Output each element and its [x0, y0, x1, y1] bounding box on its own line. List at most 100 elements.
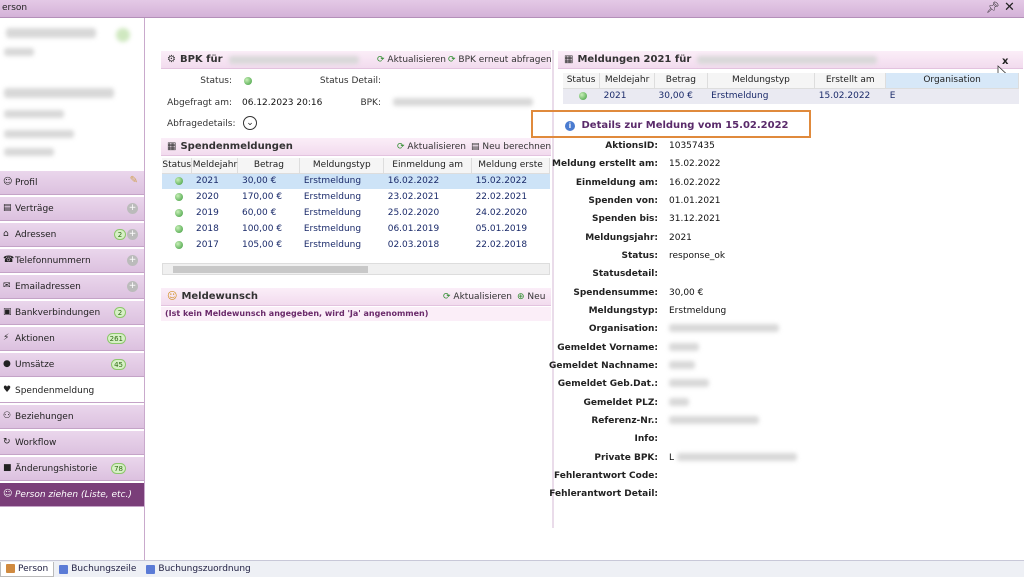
- tab-buchungszeile[interactable]: Buchungszeile: [54, 564, 141, 574]
- column-header[interactable]: Organisation: [885, 73, 1019, 89]
- blurred-value: [677, 453, 797, 461]
- detail-label: Spenden bis:: [591, 214, 658, 224]
- drag-person-icon: ☺: [3, 489, 13, 499]
- column-header[interactable]: Erstellt am: [814, 73, 887, 89]
- refresh-icon: ⟳: [448, 55, 456, 65]
- bpk-status-detail-label: Status Detail:: [319, 76, 381, 86]
- sidebar-item-bankverbindungen[interactable]: ▣ Bankverbindungen 2: [0, 301, 144, 325]
- sidebar-item-label: Änderungshistorie: [15, 463, 98, 474]
- sidebar-item-vertraege[interactable]: ▤ Verträge +: [0, 197, 144, 221]
- blurred-value: [669, 416, 759, 424]
- add-icon[interactable]: +: [127, 281, 138, 292]
- count-badge: 78: [111, 463, 126, 474]
- bpk-requery-button[interactable]: ⟳ BPK erneut abfragen: [448, 55, 552, 65]
- tab-label: Person: [18, 563, 49, 574]
- detail-label: Spendensumme:: [573, 288, 658, 298]
- phone-icon: ☎: [3, 255, 15, 265]
- meldungen-table: Status Meldejahr Betrag Meldungstyp Erst…: [563, 73, 1019, 104]
- detail-label: Fehlerantwort Detail:: [549, 489, 658, 499]
- bottom-tabs: Person Buchungszeile Buchungszuordnung: [0, 560, 1024, 577]
- detail-label: AktionsID:: [605, 141, 658, 151]
- tab-buchungszuordnung[interactable]: Buchungszuordnung: [141, 564, 255, 574]
- count-badge: 2: [114, 307, 126, 318]
- detail-label: Status:: [621, 251, 658, 261]
- bpk-title: BPK für: [179, 54, 223, 65]
- tab-person[interactable]: Person: [0, 561, 55, 577]
- status-ok-icon: [174, 224, 183, 233]
- sidebar-item-label: Emailadressen: [15, 281, 81, 292]
- detail-label: Einmeldung am:: [575, 178, 658, 188]
- book-icon: [59, 564, 69, 574]
- column-header[interactable]: Status: [563, 73, 601, 89]
- sidebar-item-label: Adressen: [15, 229, 57, 240]
- add-icon[interactable]: +: [127, 229, 138, 240]
- sidebar-item-person-ziehen[interactable]: ☺ Person ziehen (Liste, etc.): [0, 483, 144, 507]
- add-icon[interactable]: +: [127, 203, 138, 214]
- detail-label: Gemeldet Vorname:: [557, 343, 658, 353]
- close-window-button[interactable]: ✕: [1004, 0, 1015, 15]
- detail-value: 01.01.2021: [669, 196, 721, 206]
- detail-label: Referenz-Nr.:: [591, 416, 658, 426]
- blurred-value: [669, 379, 709, 387]
- sidebar-item-label: Spendenmeldung: [15, 385, 95, 396]
- meldungen-panel-header: ▦ Meldungen 2021 für: [558, 51, 1023, 69]
- details-title: Details zur Meldung vom 15.02.2022: [581, 120, 789, 131]
- count-badge: 2: [114, 229, 126, 240]
- sidebar-item-beziehungen[interactable]: ⚇ Beziehungen: [0, 405, 144, 429]
- status-ok-icon: [244, 77, 252, 85]
- person-icon: [6, 564, 15, 573]
- detail-label: Organisation:: [588, 324, 658, 334]
- sidebar-item-label: Bankverbindungen: [15, 307, 101, 318]
- column-header[interactable]: Betrag: [654, 73, 708, 89]
- year-cell: 2021: [603, 91, 627, 102]
- count-badge: 261: [106, 333, 126, 344]
- blurred-value: [669, 361, 695, 369]
- detail-label: Meldung erstellt am:: [552, 159, 658, 169]
- bank-icon: ▣: [3, 307, 12, 317]
- bpk-queried-value: 06.12.2023 20:16: [242, 98, 323, 108]
- tab-label: Buchungszeile: [71, 564, 137, 574]
- column-header[interactable]: Meldejahr: [599, 73, 656, 89]
- bpk-refresh-button[interactable]: ⟳ Aktualisieren: [377, 55, 446, 65]
- blurred-text: [4, 130, 74, 138]
- sidebar-item-spendenmeldung[interactable]: ♥ Spendenmeldung: [0, 379, 144, 403]
- detail-label: Meldungsjahr:: [585, 233, 658, 243]
- pin-icon[interactable]: 📌︎: [986, 1, 1000, 14]
- add-icon[interactable]: +: [127, 255, 138, 266]
- sidebar-item-label: Beziehungen: [15, 411, 74, 422]
- sidebar-item-emailadressen[interactable]: ✉ Emailadressen +: [0, 275, 144, 299]
- sidebar-item-profil[interactable]: ☺ Profil ✎: [0, 171, 144, 195]
- detail-label: Fehlerantwort Code:: [553, 471, 658, 481]
- main-content: ⚙ BPK für ⟳ Aktualisieren ⟳ BPK erneut a…: [145, 18, 1024, 560]
- expand-details-button[interactable]: ⌄: [243, 116, 257, 130]
- person-icon: ☺: [3, 177, 13, 187]
- edit-icon[interactable]: ✎: [130, 175, 138, 186]
- sidebar-item-adressen[interactable]: ⌂ Adressen 2 +: [0, 223, 144, 247]
- blurred-name: [697, 55, 878, 64]
- sidebar-item-aktionen[interactable]: ⚡ Aktionen 261: [0, 327, 144, 351]
- sidebar-item-umsaetze[interactable]: ● Umsätze 45: [0, 353, 144, 377]
- sidebar-item-label: Workflow: [15, 437, 57, 448]
- bpk-queried-label: Abgefragt am:: [167, 98, 232, 108]
- table-icon: ▦: [564, 54, 574, 65]
- status-ok-icon: [579, 91, 588, 100]
- relation-icon: ⚇: [3, 411, 12, 421]
- blurred-text: [4, 88, 114, 98]
- sidebar-item-telefonnummern[interactable]: ☎ Telefonnummern +: [0, 249, 144, 273]
- column-header[interactable]: Meldungstyp: [707, 73, 816, 89]
- table-row[interactable]: 2021 30,00 € Erstmeldung 15.02.2022 E: [563, 88, 1019, 104]
- bpk-refresh-label: Aktualisieren: [387, 55, 447, 65]
- workflow-icon: ↻: [3, 437, 11, 447]
- sidebar-item-aenderungshistorie[interactable]: ■ Änderungshistorie 78: [0, 457, 144, 481]
- info-icon: i: [565, 121, 575, 131]
- blurred-value: [669, 324, 779, 332]
- window-titlebar: erson 📌︎ ✕: [0, 0, 1024, 18]
- meldungen-title: Meldungen 2021 für: [577, 54, 692, 65]
- sales-icon: ●: [3, 359, 11, 369]
- detail-value: 10357435: [669, 141, 715, 151]
- blurred-value: [669, 343, 699, 351]
- sidebar-item-workflow[interactable]: ↻ Workflow: [0, 431, 144, 455]
- bpk-icon: ⚙: [167, 54, 176, 65]
- detail-label: Gemeldet Geb.Dat.:: [557, 379, 658, 389]
- detail-value: 30,00 €: [669, 288, 704, 298]
